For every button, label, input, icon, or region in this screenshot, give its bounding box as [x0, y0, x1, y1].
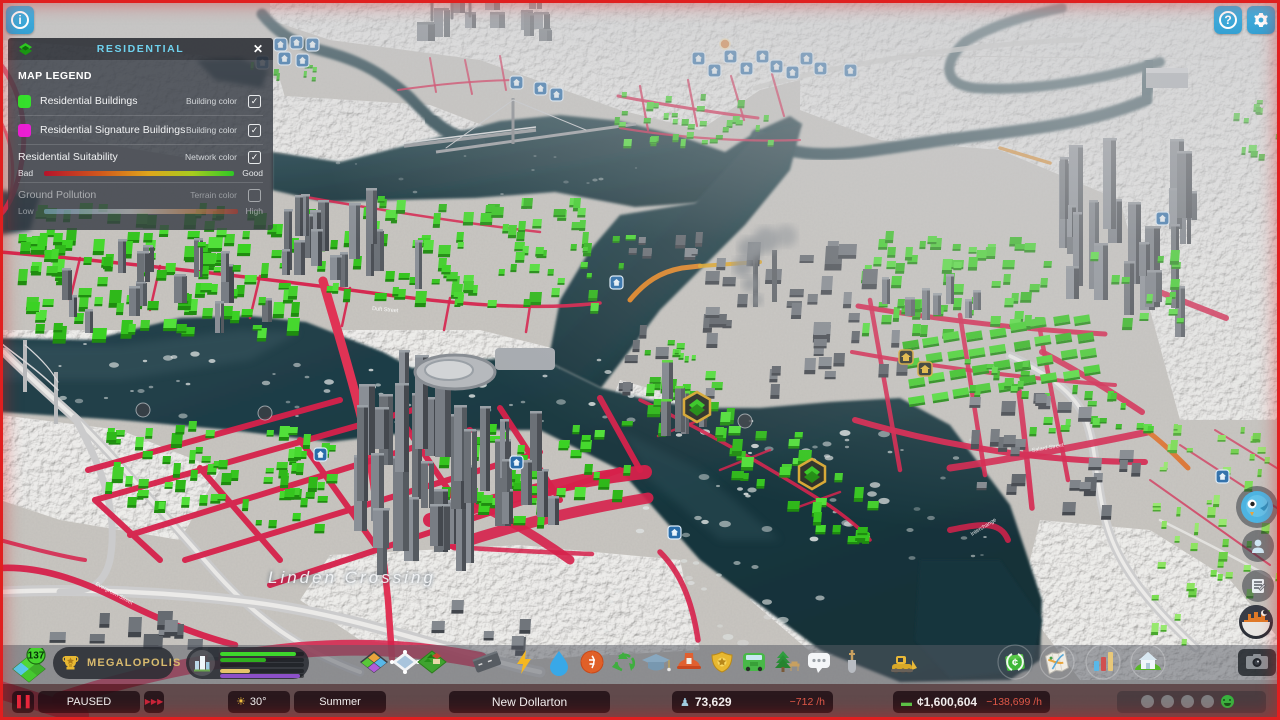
svg-text:¢: ¢	[1012, 657, 1018, 669]
